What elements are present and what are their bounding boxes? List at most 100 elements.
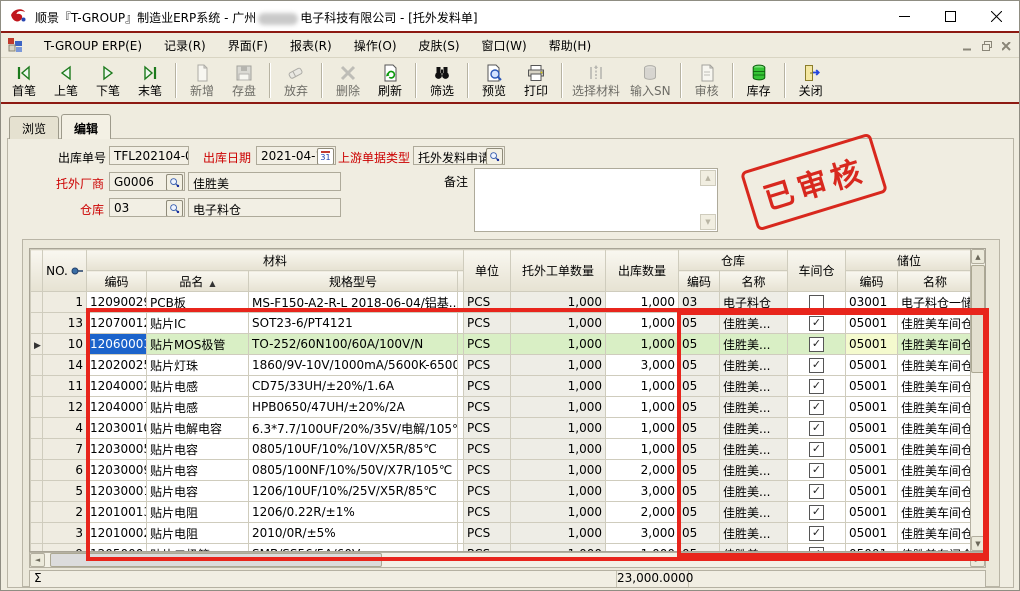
header-wh-code[interactable]: 编码 xyxy=(679,271,720,292)
cell-indicator[interactable] xyxy=(31,418,43,439)
cell-warehouse-code[interactable]: 05 xyxy=(679,313,720,334)
scroll-down-icon[interactable]: ▼ xyxy=(971,536,985,551)
warehouse-code-field[interactable]: 03 xyxy=(109,198,185,217)
cell-out-qty[interactable]: 1,000 xyxy=(606,397,679,418)
cell-indicator[interactable] xyxy=(31,460,43,481)
cell-unit[interactable]: PCS xyxy=(464,481,511,502)
cell-pname[interactable]: 贴片电感 xyxy=(147,397,249,418)
cell-pname[interactable]: 贴片灯珠 xyxy=(147,355,249,376)
cell-location-name[interactable]: 佳胜美车间仓 xyxy=(898,418,973,439)
cell-warehouse-name[interactable]: 佳胜美... xyxy=(720,355,788,376)
cell-location-code[interactable]: 05001 xyxy=(846,544,898,553)
cell-order-qty[interactable]: 1,000 xyxy=(511,439,606,460)
cell-pname[interactable]: 贴片电容 xyxy=(147,460,249,481)
cell-workshop[interactable]: ✓ xyxy=(788,418,846,439)
menu-item-3[interactable]: 报表(R) xyxy=(279,35,343,57)
menu-item-7[interactable]: 帮助(H) xyxy=(538,35,602,57)
cell-pname[interactable]: 贴片电解电容 xyxy=(147,418,249,439)
doc-no-field[interactable]: TFL202104-0022 xyxy=(109,146,189,165)
header-out-qty[interactable]: 出库数量 xyxy=(606,250,679,292)
table-horizontal-scrollbar[interactable]: ◄ ► xyxy=(29,552,986,568)
cell-spec[interactable]: 0805/100NF/10%/50V/X7R/105℃ xyxy=(249,460,458,481)
cell-code[interactable]: 12090029 xyxy=(87,292,147,313)
header-loc-code[interactable]: 编码 xyxy=(846,271,898,292)
cell-no[interactable]: 12 xyxy=(43,397,87,418)
cell-location-name[interactable]: 佳胜美车间仓 xyxy=(898,313,973,334)
cell-no[interactable]: 1 xyxy=(43,292,87,313)
cell-warehouse-name[interactable]: 佳胜美... xyxy=(720,397,788,418)
cell-no[interactable]: 10 xyxy=(43,334,87,355)
cell-order-qty[interactable]: 1,000 xyxy=(511,481,606,502)
calendar-button[interactable]: 31 xyxy=(317,148,334,165)
table-row[interactable]: 312010002贴片电阻2010/0R/±5%PCS1,0003,00005佳… xyxy=(31,523,973,544)
remark-textarea[interactable]: ▲ ▼ xyxy=(474,168,718,232)
cell-code[interactable]: 12060003 xyxy=(87,334,147,355)
tab-browse[interactable]: 浏览 xyxy=(9,116,59,139)
table-row[interactable]: ▶1012060003贴片MOS极管TO-252/60N100/60A/100V… xyxy=(31,334,973,355)
cell-order-qty[interactable]: 1,000 xyxy=(511,544,606,553)
cell-spec[interactable]: 0805/10UF/10%/10V/X5R/85℃ xyxy=(249,439,458,460)
cell-warehouse-code[interactable]: 05 xyxy=(679,397,720,418)
cell-order-qty[interactable]: 1,000 xyxy=(511,397,606,418)
cell-order-qty[interactable]: 1,000 xyxy=(511,523,606,544)
cell-out-qty[interactable]: 1,000 xyxy=(606,418,679,439)
cell-pname[interactable]: 贴片电感 xyxy=(147,376,249,397)
cell-code[interactable]: 12030009 xyxy=(87,460,147,481)
cell-spec[interactable]: 1206/0.22R/±1% xyxy=(249,502,458,523)
cell-no[interactable]: 11 xyxy=(43,376,87,397)
cell-spec[interactable]: HPB0650/47UH/±20%/2A xyxy=(249,397,458,418)
cell-spec[interactable]: SOT23-6/PT4121 xyxy=(249,313,458,334)
cell-location-code[interactable]: 05001 xyxy=(846,523,898,544)
cell-out-qty[interactable]: 1,000 xyxy=(606,334,679,355)
header-code[interactable]: 编码 xyxy=(87,271,147,292)
cell-unit[interactable]: PCS xyxy=(464,397,511,418)
cell-location-name[interactable]: 佳胜美车间仓 xyxy=(898,481,973,502)
cell-location-name[interactable]: 佳胜美车间仓 xyxy=(898,523,973,544)
toolbar-button-prev[interactable]: 上笔 xyxy=(45,60,87,101)
cell-warehouse-code[interactable]: 05 xyxy=(679,355,720,376)
remark-scroll-up-icon[interactable]: ▲ xyxy=(700,170,716,186)
table-row[interactable]: 412030010贴片电解电容6.3*7.7/100UF/20%/35V/电解/… xyxy=(31,418,973,439)
maximize-button[interactable] xyxy=(927,1,973,31)
cell-location-code[interactable]: 03001 xyxy=(846,292,898,313)
cell-spec[interactable]: CD75/33UH/±20%/1.6A xyxy=(249,376,458,397)
cell-code[interactable]: 12030010 xyxy=(87,418,147,439)
horizontal-scroll-thumb[interactable] xyxy=(50,553,382,567)
toolbar-button-print[interactable]: 打印 xyxy=(515,60,557,101)
cell-location-name[interactable]: 佳胜美车间仓 xyxy=(898,502,973,523)
cell-warehouse-name[interactable]: 佳胜美... xyxy=(720,439,788,460)
toolbar-button-refresh[interactable]: 刷新 xyxy=(369,60,411,101)
scroll-right-icon[interactable]: ► xyxy=(970,553,985,567)
cell-code[interactable]: 12030005 xyxy=(87,439,147,460)
cell-out-qty[interactable]: 3,000 xyxy=(606,523,679,544)
cell-code[interactable]: 12010002 xyxy=(87,523,147,544)
cell-pname[interactable]: PCB板 xyxy=(147,292,249,313)
cell-warehouse-code[interactable]: 05 xyxy=(679,376,720,397)
toolbar-button-preview[interactable]: 预览 xyxy=(473,60,515,101)
cell-warehouse-code[interactable]: 05 xyxy=(679,502,720,523)
cell-indicator[interactable] xyxy=(31,292,43,313)
cell-location-name[interactable]: 佳胜美车间仓 xyxy=(898,334,973,355)
toolbar-button-next[interactable]: 下笔 xyxy=(87,60,129,101)
workshop-checkbox[interactable]: ✓ xyxy=(809,316,824,331)
cell-spec[interactable]: SMB/SS56/5A/60V xyxy=(249,544,458,553)
cell-location-name[interactable]: 电子料仓一储 xyxy=(898,292,973,313)
cell-order-qty[interactable]: 1,000 xyxy=(511,376,606,397)
cell-code[interactable]: 12040002 xyxy=(87,376,147,397)
cell-order-qty[interactable]: 1,000 xyxy=(511,292,606,313)
cell-workshop[interactable]: ✓ xyxy=(788,523,846,544)
cell-warehouse-code[interactable]: 05 xyxy=(679,523,720,544)
cell-workshop[interactable]: ✓ xyxy=(788,502,846,523)
cell-order-qty[interactable]: 1,000 xyxy=(511,355,606,376)
cell-location-name[interactable]: 佳胜美车间仓 xyxy=(898,376,973,397)
scroll-up-icon[interactable]: ▲ xyxy=(971,249,985,264)
cell-workshop[interactable]: ✓ xyxy=(788,439,846,460)
cell-workshop[interactable]: ✓ xyxy=(788,397,846,418)
toolbar-button-filter[interactable]: 筛选 xyxy=(421,60,463,101)
cell-warehouse-name[interactable]: 佳胜美... xyxy=(720,334,788,355)
cell-out-qty[interactable]: 2,000 xyxy=(606,502,679,523)
table-row[interactable]: 1312070012贴片ICSOT23-6/PT4121PCS1,0001,00… xyxy=(31,313,973,334)
header-group-location[interactable]: 储位 xyxy=(846,250,973,271)
cell-location-code[interactable]: 05001 xyxy=(846,460,898,481)
cell-spec[interactable]: 2010/0R/±5% xyxy=(249,523,458,544)
